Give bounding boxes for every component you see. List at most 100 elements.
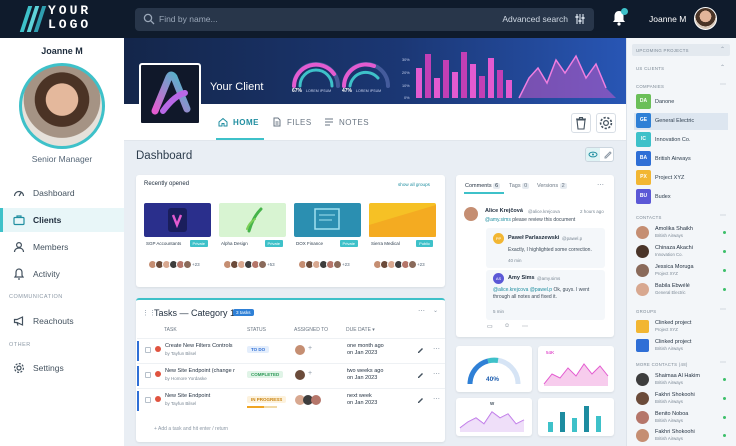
company-item[interactable]: PX Project XYZ — [636, 170, 726, 187]
advanced-search-link[interactable]: Advanced search — [502, 14, 568, 24]
nav-item-clients[interactable]: Clients — [0, 208, 124, 232]
online-indicator — [723, 434, 726, 437]
nav-item-dashboard[interactable]: Dashboard — [0, 181, 124, 205]
gauge-card: 40% — [456, 346, 532, 392]
task-status[interactable]: TO DO — [247, 346, 270, 353]
recent-item[interactable]: Sierra Medical Public +23 — [369, 203, 436, 275]
edit-icon[interactable] — [601, 148, 613, 161]
contacts-menu-icon[interactable]: ⋯ — [720, 212, 726, 219]
profile-avatar[interactable] — [19, 63, 105, 149]
task-row[interactable]: Create New Filters Controls by Tayfun Bi… — [137, 338, 445, 362]
company-name: General Electric — [655, 118, 695, 124]
recent-item[interactable]: DOX Finance Private +23 — [294, 203, 361, 275]
chevron-up-icon[interactable]: ⌃ — [720, 46, 725, 53]
nav-item-members[interactable]: Members — [0, 235, 124, 259]
more-menu-icon[interactable]: ⋯ — [418, 307, 425, 315]
settings-button[interactable] — [596, 113, 616, 133]
group-item[interactable]: Clinked project British Airways — [636, 338, 728, 356]
tab-home[interactable]: HOME — [218, 117, 259, 127]
app-logo[interactable]: YOUR LOGO — [19, 4, 112, 34]
col-header-due[interactable]: DUE DATE ▾ — [346, 327, 375, 333]
top-user-avatar[interactable] — [694, 7, 717, 30]
contact-avatar — [636, 283, 649, 296]
online-indicator — [723, 378, 726, 381]
top-user-name[interactable]: Joanne M — [649, 14, 686, 24]
search-input[interactable]: Find by name... — [159, 14, 218, 24]
assignee-avatar[interactable] — [311, 395, 321, 405]
row-menu-icon[interactable]: ⋯ — [433, 370, 440, 378]
tab-tags[interactable]: Tags 0 — [509, 183, 530, 189]
comment-mention[interactable]: @alice.krejcova — [493, 287, 528, 293]
company-item[interactable]: BU Budex — [636, 189, 726, 206]
due-relative: two weeks ago — [347, 368, 384, 374]
task-checkbox[interactable] — [145, 397, 151, 403]
comments-menu-icon[interactable]: ⋯ — [597, 181, 604, 189]
emoji-icon[interactable]: ☺ — [504, 323, 510, 329]
delete-button[interactable] — [571, 113, 591, 133]
eye-icon[interactable] — [586, 148, 600, 161]
collapse-chevron-icon[interactable]: ⌄ — [433, 307, 438, 314]
tab-label: HOME — [233, 118, 259, 127]
edit-icon[interactable] — [417, 346, 424, 353]
nav-item-reachouts[interactable]: Reachouts — [0, 309, 124, 333]
contact-item[interactable]: Babila Ebwélé General Electric — [636, 282, 728, 300]
task-row[interactable]: New Site Endpoint by Tayfun Bilsel IN PR… — [137, 388, 445, 412]
tab-comments[interactable]: Comments 6 — [465, 183, 501, 189]
more-contacts-menu-icon[interactable]: ⋯ — [720, 359, 726, 366]
group-item[interactable]: Clinked project Project XYZ — [636, 319, 728, 337]
row-menu-icon[interactable]: ⋯ — [433, 345, 440, 353]
add-assignee-icon[interactable]: + — [308, 370, 312, 377]
contact-item[interactable]: Benito Noboa British Airways — [636, 410, 728, 428]
more-icon[interactable]: ⋯ — [522, 323, 528, 330]
companies-menu-icon[interactable]: ⋯ — [720, 81, 726, 88]
client-logo[interactable] — [139, 63, 201, 125]
contact-item[interactable]: Fakhri Shokoohi British Airways — [636, 391, 728, 409]
add-task-input[interactable]: + Add a task and hit enter / return — [154, 426, 228, 432]
recent-item[interactable]: SGP Accountants Private +23 — [144, 203, 211, 275]
task-checkbox[interactable] — [145, 347, 151, 353]
show-all-link[interactable]: show all groups — [398, 182, 430, 187]
chevron-up-icon[interactable]: ⌃ — [720, 64, 725, 71]
contact-item[interactable]: Amolika Shaikh British Airways — [636, 225, 728, 243]
edit-icon[interactable] — [417, 396, 424, 403]
search-bar[interactable]: Find by name... Advanced search — [135, 8, 594, 31]
row-menu-icon[interactable]: ⋯ — [433, 395, 440, 403]
assignee-avatar[interactable] — [295, 370, 305, 380]
contact-company: British Airways — [655, 399, 683, 404]
contact-item[interactable]: Chinaza Akachi Innovation Co. — [636, 244, 728, 262]
notifications-bell-icon[interactable] — [612, 8, 628, 26]
dashboard-icon — [13, 190, 25, 197]
company-item[interactable]: GE General Electric — [634, 113, 728, 130]
tab-versions[interactable]: Versions 2 — [537, 183, 567, 189]
company-item[interactable]: BA British Airways — [636, 151, 726, 168]
groups-menu-icon[interactable]: ⋯ — [720, 306, 726, 313]
task-status[interactable]: IN PROGRESS — [247, 396, 287, 403]
view-toggle[interactable] — [585, 147, 614, 162]
company-item[interactable]: IC Innovation Co. — [636, 132, 726, 149]
tab-notes[interactable]: NOTES — [324, 117, 369, 127]
add-assignee-icon[interactable]: + — [308, 345, 312, 352]
contact-item[interactable]: Jessica Moruga Project XYZ — [636, 263, 728, 281]
contact-item[interactable]: Shaimaa Al Hakim British Airways — [636, 372, 728, 390]
nav-item-activity[interactable]: Activity — [0, 262, 124, 286]
recent-item[interactable]: Alpha Design Private +53 — [219, 203, 286, 275]
group-thumbnail — [636, 320, 649, 333]
assignee-avatar[interactable] — [295, 345, 305, 355]
notes-icon — [325, 118, 333, 126]
sliders-icon[interactable] — [574, 13, 586, 25]
company-item[interactable]: DA Danone — [636, 94, 726, 111]
priority-flag-icon — [155, 346, 161, 352]
hero-bar — [497, 70, 503, 98]
online-indicator — [723, 397, 726, 400]
nav-item-settings[interactable]: Settings — [0, 356, 124, 380]
tab-files[interactable]: FILES — [272, 117, 312, 127]
reply-icon[interactable]: ▭ — [487, 323, 493, 330]
comment-mention[interactable]: @pawel.p — [530, 287, 552, 293]
task-status[interactable]: COMPLETED — [247, 371, 284, 378]
task-checkbox[interactable] — [145, 372, 151, 378]
contact-item[interactable]: Fakhri Shokoohi British Airways — [636, 428, 728, 446]
comment-mention[interactable]: @amy.sims — [485, 217, 511, 223]
task-row[interactable]: New Site Endpoint (change r by Homore Yo… — [137, 363, 445, 387]
edit-icon[interactable] — [417, 371, 424, 378]
due-date: on Jan 2023 — [347, 350, 378, 356]
